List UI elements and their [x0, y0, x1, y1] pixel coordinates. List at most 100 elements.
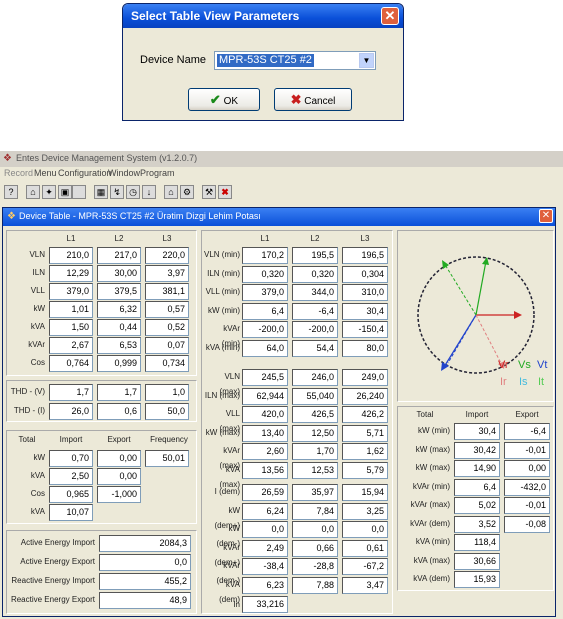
value-cell: 1,50: [49, 319, 93, 336]
value-cell: 26,59: [242, 484, 288, 501]
phasor-panel: Vr Vs Vt Ir Is It: [397, 230, 554, 402]
tools-icon[interactable]: ✦: [42, 185, 56, 199]
chart-icon[interactable]: ↯: [110, 185, 124, 199]
row-label: kW (max): [415, 444, 450, 454]
cancel-button[interactable]: ✖ Cancel: [274, 88, 352, 111]
value-cell: 6,53: [97, 337, 141, 354]
value-cell: 3,52: [454, 515, 500, 533]
row-label: VLN: [29, 250, 45, 259]
menu-menu[interactable]: Menu: [34, 168, 57, 178]
value-cell: 2,49: [242, 539, 288, 557]
row-label: VLL: [30, 286, 45, 295]
close-icon[interactable]: ✖: [218, 185, 232, 199]
help-icon[interactable]: ?: [4, 185, 18, 199]
value-cell: -0,08: [504, 515, 550, 533]
value-cell: 54,4: [292, 339, 338, 357]
value-cell: 1,62: [342, 443, 388, 460]
value-cell: 379,0: [49, 283, 93, 300]
row-label: kVA (dem): [413, 574, 450, 583]
ok-label: OK: [223, 96, 239, 107]
value-cell: 15,94: [342, 484, 388, 501]
value-cell: -1,000: [97, 486, 141, 503]
header-l3: L3: [360, 234, 370, 243]
chevron-down-icon[interactable]: ▼: [359, 53, 374, 68]
value-cell: -150,4: [342, 321, 388, 338]
row-label: VLN (min): [204, 250, 241, 259]
value-cell: 0,6: [97, 403, 141, 420]
value-cell: 0,0: [242, 521, 288, 538]
clock-icon[interactable]: ◷: [126, 185, 140, 199]
device-icon[interactable]: ⌂: [26, 185, 40, 199]
wand-icon[interactable]: ⚒: [202, 185, 216, 199]
value-cell: -6,4: [504, 423, 550, 440]
value-cell: 310,0: [342, 284, 388, 301]
value-cell: 10,07: [49, 504, 93, 521]
app-icon: ❖: [3, 153, 12, 164]
value-cell: 12,29: [49, 265, 93, 282]
value-cell: 6,4: [242, 302, 288, 320]
value-cell: 245,5: [242, 369, 288, 386]
header-export: Export: [107, 435, 131, 444]
menu-configuration[interactable]: Configuration: [58, 168, 112, 178]
value-cell: 0,61: [342, 539, 388, 557]
header-l2: L2: [114, 234, 124, 243]
value-cell: 5,02: [454, 497, 500, 514]
value-cell: 6,23: [242, 576, 288, 594]
value-cell: 3,97: [145, 265, 189, 282]
legend-vs: Vs: [518, 359, 531, 371]
legend-it: It: [538, 376, 545, 388]
device-table-title: Device Table - MPR-53S CT25 #2 Ürətim Di…: [19, 211, 261, 221]
value-cell: -67,2: [342, 558, 388, 575]
value-cell: -0,01: [504, 441, 550, 459]
dialog-close-button[interactable]: ✕: [381, 7, 399, 25]
settings-icon[interactable]: ⚙: [180, 185, 194, 199]
download-icon[interactable]: ↓: [142, 185, 156, 199]
home-icon[interactable]: ⌂: [164, 185, 178, 199]
row-label: ILN (max): [204, 390, 240, 400]
min-max-dem-panel: L1 L2 L3 VLN (min) 170,2 195,5 196,5 ILN (mi…: [201, 230, 393, 614]
energy-value: 48,9: [99, 592, 191, 609]
value-cell: 426,5: [292, 406, 338, 423]
row-label: Cos: [30, 489, 45, 498]
value-cell: -28,8: [292, 558, 338, 575]
row-label: kW: [33, 304, 45, 313]
ok-button[interactable]: ✔ OK: [188, 88, 260, 111]
value-cell: 0,764: [49, 355, 93, 372]
value-cell: 64,0: [242, 339, 288, 357]
check-icon: ✔: [209, 92, 221, 107]
totals-panel: Total Import Export Frequency 50,01 kW 0,…: [6, 430, 197, 524]
table-icon[interactable]: ▦: [94, 185, 108, 199]
window-icon[interactable]: ▣: [58, 185, 72, 199]
value-cell: 0,00: [504, 460, 550, 477]
app-title-bar: ❖ Entes Device Management System (v1.2.0…: [0, 151, 563, 167]
value-cell: 5,71: [342, 424, 388, 442]
frequency-value: 50,01: [145, 450, 189, 467]
value-cell: 379,0: [242, 284, 288, 301]
value-cell: 0,734: [145, 355, 189, 372]
menu-window[interactable]: Window: [108, 168, 140, 178]
row-label: kW (min): [208, 305, 240, 315]
value-cell: 3,25: [342, 502, 388, 520]
header-l1: L1: [260, 234, 270, 243]
energy-value: 455,2: [99, 573, 191, 590]
blank-icon[interactable]: [72, 185, 86, 199]
value-cell: 2,50: [49, 468, 93, 485]
value-cell: 6,24: [242, 502, 288, 520]
menu-program[interactable]: Program: [140, 168, 175, 178]
value-cell: 2,67: [49, 337, 93, 354]
header-import: Import: [465, 410, 489, 419]
value-cell: 55,040: [292, 387, 338, 405]
row-label: kW: [33, 453, 45, 462]
close-icon[interactable]: ✕: [539, 209, 553, 223]
device-name-select[interactable]: MPR-53S CT25 #2 ▼: [214, 51, 376, 70]
value-cell: 1,70: [292, 443, 338, 460]
value-cell: 0,965: [49, 486, 93, 503]
value-cell: 0,52: [145, 319, 189, 336]
value-cell: 7,88: [292, 576, 338, 594]
value-cell: 80,0: [342, 339, 388, 357]
app-title: Entes Device Management System (v1.2.0.7…: [16, 153, 198, 163]
value-cell: 0,304: [342, 265, 388, 283]
menu-record[interactable]: Record: [4, 168, 33, 178]
value-cell: 217,0: [97, 247, 141, 264]
value-cell: 7,84: [292, 502, 338, 520]
